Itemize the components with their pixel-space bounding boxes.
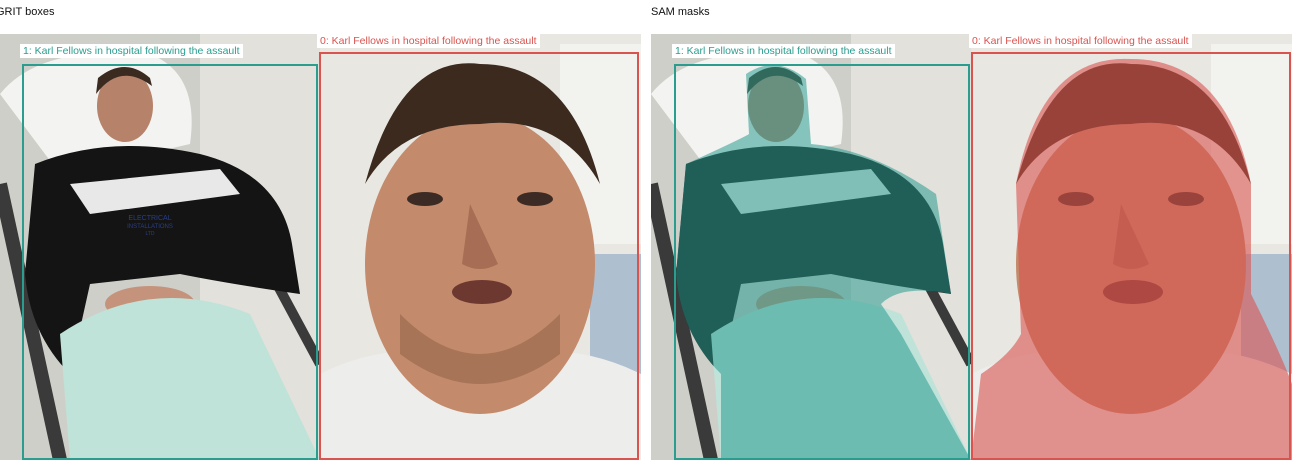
detection-box-1 — [22, 64, 318, 460]
detection-label-0: 0: Karl Fellows in hospital following th… — [317, 34, 540, 48]
detection-label-0: 0: Karl Fellows in hospital following th… — [969, 34, 1192, 48]
grit-boxes-panel: GRIT boxes ELECTRICAL INSTALLATIONS LTD — [0, 0, 641, 460]
sam-masks-panel: SAM masks 1: Karl Fellows in hospital fo… — [651, 0, 1292, 460]
panel-title: GRIT boxes — [0, 6, 55, 18]
panel-title: SAM masks — [651, 6, 710, 18]
detection-box-0 — [319, 52, 639, 460]
detection-box-1 — [674, 64, 970, 460]
detection-label-1: 1: Karl Fellows in hospital following th… — [672, 44, 895, 58]
detection-label-1: 1: Karl Fellows in hospital following th… — [20, 44, 243, 58]
detection-box-0 — [971, 52, 1291, 460]
